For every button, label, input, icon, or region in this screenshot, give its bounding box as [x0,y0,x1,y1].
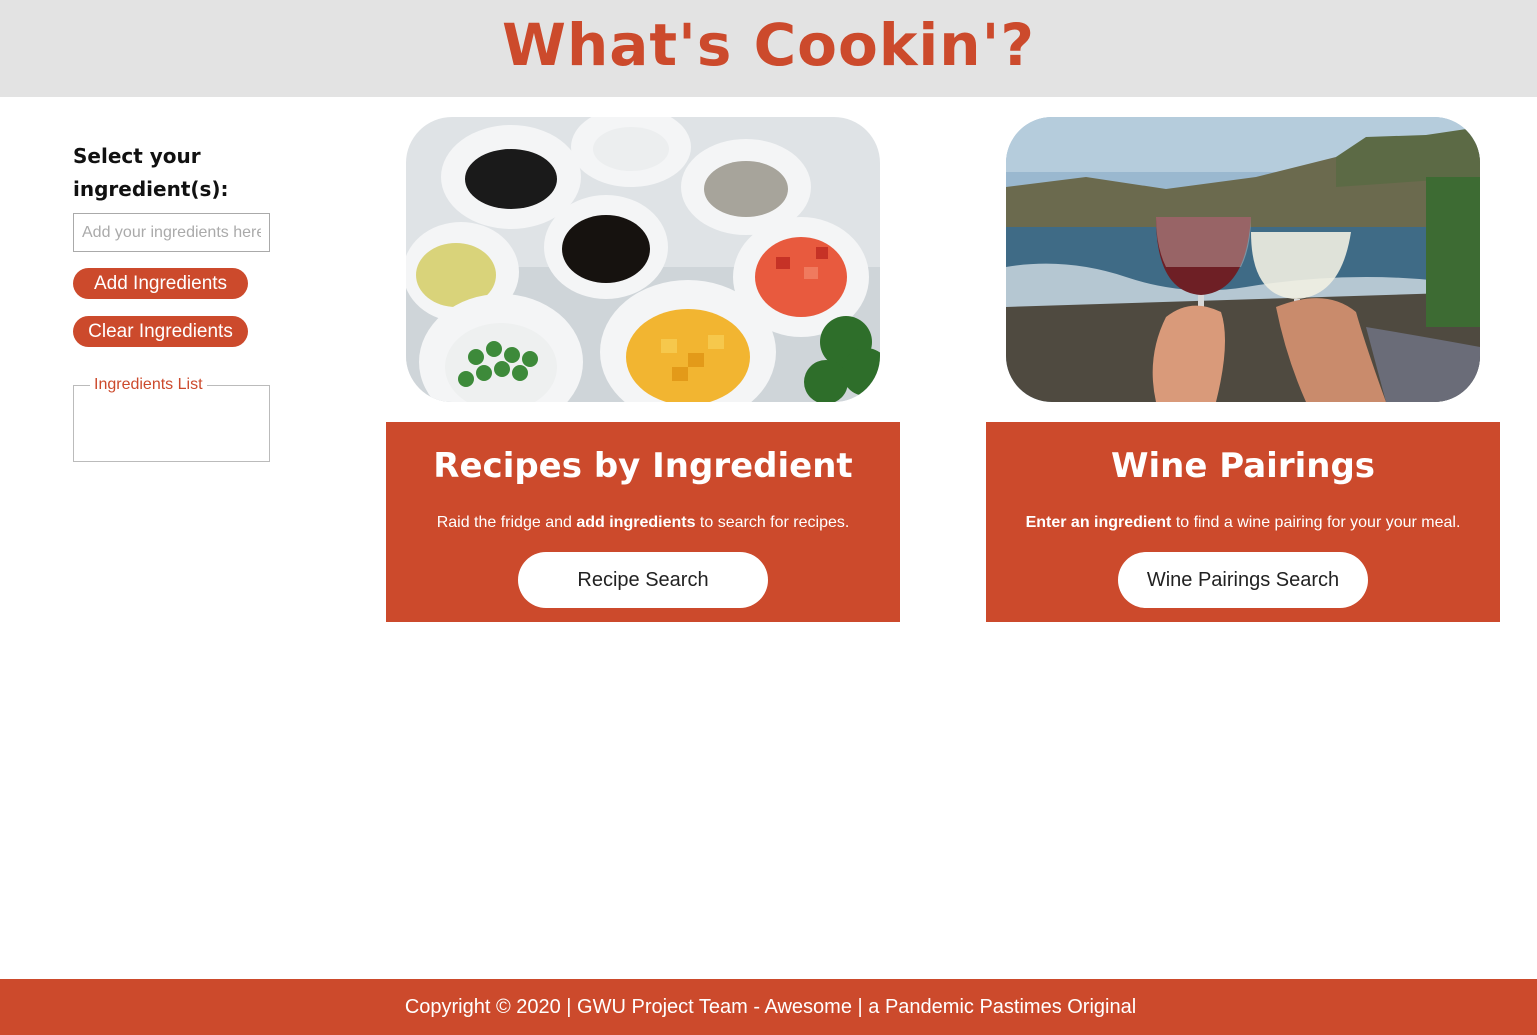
recipes-desc-bold: add ingredients [576,514,696,531]
recipes-desc-pre: Raid the fridge and [436,514,577,531]
footer-copyright: Copyright © 2020 | GWU Project Team - Aw… [404,995,1137,1018]
recipes-card-title: Recipes by Ingredient [433,446,853,486]
select-ingredients-label: Select your ingredient(s): [73,144,229,201]
site-title: What's Cookin'? [501,10,1035,79]
recipes-card-description: Raid the fridge and add ingredients to s… [386,513,900,533]
recipes-desc-post: to search for recipes. [695,514,850,531]
wine-glasses-image [1006,117,1480,402]
wine-pairings-search-button[interactable]: Wine Pairings Search [1118,552,1368,608]
site-footer: Copyright © 2020 | GWU Project Team - Aw… [0,979,1537,1035]
ingredient-sidebar: Select your ingredient(s): Add Ingredien… [73,140,273,462]
wine-desc-post: to find a wine pairing for your your mea… [1171,514,1461,531]
wine-card-description: Enter an ingredient to find a wine pairi… [986,513,1500,533]
add-ingredients-button[interactable]: Add Ingredients [73,268,248,299]
ingredients-list: Ingredients List [73,376,270,462]
wine-desc-bold: Enter an ingredient [1025,514,1172,531]
wine-card: Wine Pairings Enter an ingredient to fin… [986,422,1500,622]
ingredient-input[interactable] [73,213,270,252]
recipe-search-button[interactable]: Recipe Search [518,552,768,608]
recipes-card: Recipes by Ingredient Raid the fridge an… [386,422,900,622]
site-header: What's Cookin'? [0,0,1537,97]
wine-card-title: Wine Pairings [1110,446,1376,486]
ingredients-list-legend: Ingredients List [90,376,207,394]
clear-ingredients-button[interactable]: Clear Ingredients [73,316,248,347]
ingredients-bowls-image [406,117,880,402]
